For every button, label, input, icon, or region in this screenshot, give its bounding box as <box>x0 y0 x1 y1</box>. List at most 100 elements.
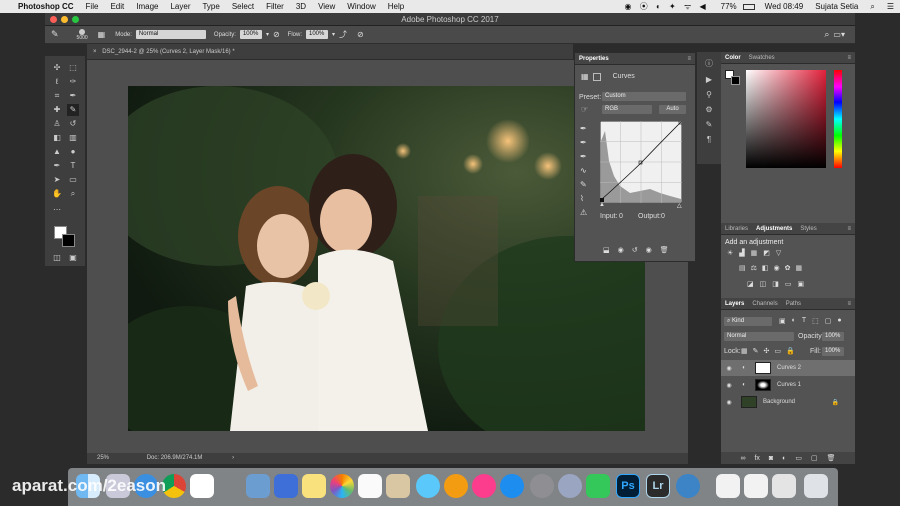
search-icon[interactable]: ⌕ <box>824 29 829 40</box>
layer-thumbnail[interactable] <box>741 396 757 408</box>
brush-tool-icon[interactable]: ✎ <box>51 29 59 40</box>
facetime-icon[interactable] <box>586 474 610 498</box>
vibrance-icon[interactable]: ▽ <box>776 249 781 257</box>
crop-tool-icon[interactable]: ⌗ <box>51 90 63 102</box>
filter-adjustment-icon[interactable]: ◐ <box>792 317 796 325</box>
view-previous-icon[interactable]: ◉ <box>618 246 624 254</box>
battery-percentage[interactable]: 77% <box>715 2 743 11</box>
filter-smart-icon[interactable]: ▢ <box>825 317 832 325</box>
tab-swatches[interactable]: Swatches <box>749 55 775 61</box>
battery-icon[interactable] <box>742 3 755 10</box>
levels-adjust-icon[interactable]: ▟ <box>739 249 744 257</box>
white-point-slider-icon[interactable]: △ <box>677 202 682 209</box>
app-store-icon[interactable] <box>500 474 524 498</box>
tab-libraries[interactable]: Libraries <box>725 226 748 232</box>
black-point-slider-icon[interactable]: ▲ <box>599 202 605 208</box>
curves-icon[interactable]: ▦ <box>751 249 758 257</box>
pressure-size-icon[interactable]: ⊘ <box>357 30 364 39</box>
doc-thumbnail-2-icon[interactable] <box>744 474 768 498</box>
hue-saturation-icon[interactable]: ▤ <box>739 264 746 272</box>
info-panel-icon[interactable]: ⓘ <box>705 58 713 69</box>
selective-color-icon[interactable]: ▣ <box>798 280 805 288</box>
healing-tool-icon[interactable]: ✚ <box>51 104 63 116</box>
mode-select[interactable]: Normal <box>135 30 206 39</box>
more-tools-icon[interactable]: ⋯ <box>51 204 63 216</box>
eyedropper-black-icon[interactable]: ✒ <box>580 124 587 133</box>
quick-select-tool-icon[interactable]: ✑ <box>67 76 79 88</box>
color-field[interactable] <box>746 70 826 168</box>
lock-transparent-icon[interactable]: ▦ <box>741 347 748 355</box>
hue-slider[interactable] <box>834 70 842 168</box>
tab-paths[interactable]: Paths <box>786 301 801 307</box>
channel-mixer-icon[interactable]: ✿ <box>785 264 791 272</box>
menu-window[interactable]: Window <box>341 2 381 11</box>
tab-styles[interactable]: Styles <box>800 226 816 232</box>
eyedropper-tool-icon[interactable]: ✒ <box>67 90 79 102</box>
quick-mask-icon[interactable]: ◫ <box>51 252 63 264</box>
color-balance-icon[interactable]: ⚖ <box>751 264 757 272</box>
new-group-icon[interactable]: ▭ <box>795 454 802 462</box>
lasso-tool-icon[interactable]: ℓ <box>51 76 63 88</box>
status-menu-icon[interactable]: › <box>232 455 234 461</box>
lock-pixels-icon[interactable]: ✎ <box>753 347 759 355</box>
zoom-tool-icon[interactable]: ⌕ <box>67 188 79 200</box>
menu-filter[interactable]: Filter <box>260 2 290 11</box>
delete-layer-icon[interactable]: 🗑 <box>827 454 836 462</box>
curves-graph[interactable] <box>600 121 682 203</box>
trash-icon[interactable] <box>804 474 828 498</box>
background-color-chip[interactable] <box>731 76 740 85</box>
layer-row-curves-2[interactable]: ◉ ◐ Curves 2 <box>721 360 855 376</box>
close-window-button[interactable] <box>50 16 57 23</box>
exposure-icon[interactable]: ◩ <box>763 249 770 257</box>
flow-field[interactable]: 100% <box>306 30 328 39</box>
brightness-contrast-icon[interactable]: ☀ <box>727 249 733 257</box>
menu-view[interactable]: View <box>312 2 341 11</box>
on-image-adjust-icon[interactable]: ☞ <box>581 105 588 114</box>
clip-to-layer-icon[interactable]: ⬓ <box>603 246 610 254</box>
utility-app-icon[interactable] <box>558 474 582 498</box>
minimize-window-button[interactable] <box>61 16 68 23</box>
menu-image[interactable]: Image <box>130 2 164 11</box>
visibility-icon[interactable]: ◉ <box>646 246 652 254</box>
input-value[interactable]: 0 <box>619 213 623 220</box>
add-mask-icon[interactable]: ◙ <box>769 455 773 462</box>
photoshop-icon[interactable]: Ps <box>616 474 640 498</box>
fill-field[interactable]: 100% <box>822 347 844 356</box>
curve-point-icon[interactable]: ∿ <box>580 166 587 175</box>
mask-icon[interactable] <box>592 72 601 81</box>
doc-thumbnail-1-icon[interactable] <box>716 474 740 498</box>
brush-preset-picker[interactable]: 5000 <box>77 28 88 41</box>
blur-tool-icon[interactable]: ▲ <box>51 146 63 158</box>
output-value[interactable]: 0 <box>661 213 665 220</box>
layer-mask-thumbnail[interactable] <box>755 379 771 391</box>
quicktime-icon[interactable] <box>676 474 700 498</box>
layer-style-icon[interactable]: fx <box>754 455 759 462</box>
color-lookup-icon[interactable]: ▦ <box>796 264 803 272</box>
layer-row-background[interactable]: ◉ Background 🔒 <box>721 394 855 410</box>
system-preferences-icon[interactable] <box>530 474 554 498</box>
clone-stamp-tool-icon[interactable]: ♙ <box>51 118 63 130</box>
lock-all-icon[interactable]: 🔒 <box>786 347 795 355</box>
user-name[interactable]: Sujata Setia <box>809 2 864 11</box>
visibility-eye-icon[interactable]: ◉ <box>721 382 737 389</box>
clipping-warning-icon[interactable]: ⚠ <box>580 208 587 217</box>
keynote-icon[interactable] <box>274 474 298 498</box>
smooth-icon[interactable]: ⌇ <box>580 194 587 203</box>
actions-play-icon[interactable]: ▶ <box>706 75 712 84</box>
pressure-opacity-icon[interactable]: ⊘ <box>273 30 280 39</box>
move-tool-icon[interactable]: ✣ <box>51 62 63 74</box>
layer-name[interactable]: Curves 1 <box>777 382 801 388</box>
auto-button[interactable]: Auto <box>659 105 686 114</box>
menu-select[interactable]: Select <box>226 2 260 11</box>
layer-name[interactable]: Curves 2 <box>777 365 801 371</box>
blend-mode-select[interactable]: Normal <box>724 332 794 341</box>
lock-position-icon[interactable]: ✣ <box>764 347 770 355</box>
trash-icon[interactable]: 🗑 <box>660 246 669 254</box>
filter-pixel-icon[interactable]: ▣ <box>779 317 786 325</box>
gradient-map-icon[interactable]: ▭ <box>785 280 792 288</box>
tools-presets-icon[interactable]: ⚙ <box>705 105 712 114</box>
reminders-icon[interactable] <box>358 474 382 498</box>
pen-tool-icon[interactable]: ✒ <box>51 160 63 172</box>
eyedropper-gray-icon[interactable]: ✒ <box>580 138 587 147</box>
photos-icon[interactable] <box>330 474 354 498</box>
